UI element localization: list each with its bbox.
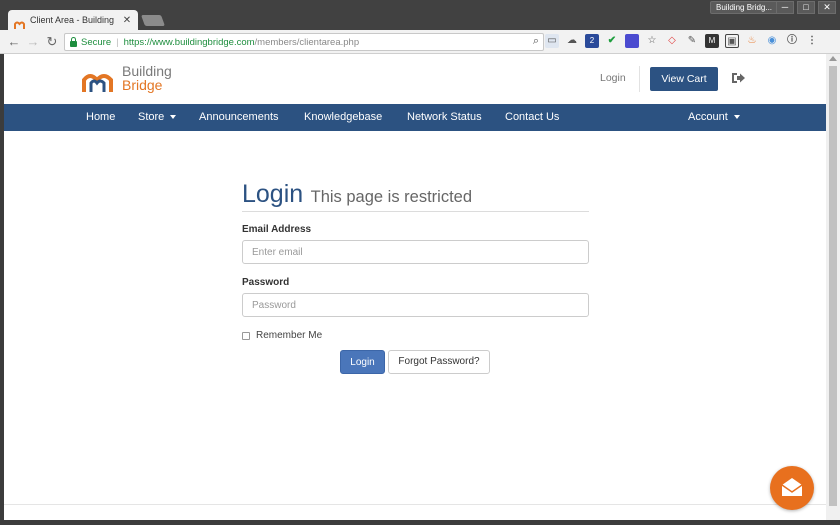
chevron-down-icon [170, 115, 177, 120]
omnibox-separator: | [116, 36, 119, 48]
extension-diamond-icon[interactable]: ◇ [665, 34, 679, 48]
header-divider [639, 66, 640, 92]
logout-icon[interactable] [730, 70, 746, 86]
url-host: https://www.buildingbridge.com [123, 36, 255, 48]
title-divider [242, 211, 589, 212]
building-bridge-favicon-icon [14, 16, 25, 29]
zoom-search-icon[interactable]: ⌕ [533, 35, 539, 48]
building-bridge-logo[interactable]: Building Bridge [80, 64, 180, 94]
footer-divider [4, 504, 826, 505]
window-profile-label: Building Bridg... [710, 1, 779, 14]
chevron-down-icon [733, 115, 740, 120]
logo-text: Building Bridge [122, 64, 172, 92]
nav-network-status[interactable]: Network Status [407, 104, 482, 131]
remember-me: Remember Me [242, 330, 322, 341]
browser-menu-icon[interactable]: ⋮ [805, 34, 819, 48]
page-scrollbar[interactable] [826, 54, 840, 520]
nav-announcements[interactable]: Announcements [199, 104, 279, 131]
extension-shield-icon[interactable]: ▣ [725, 34, 739, 48]
window-close-button[interactable]: ✕ [818, 1, 836, 14]
window-frame-bottom [0, 520, 840, 525]
login-heading: Login [242, 180, 304, 208]
page-title: Login This page is restricted [242, 180, 472, 209]
tab-close-icon[interactable]: ✕ [122, 15, 132, 26]
browser-titlebar: Client Area - Building Bridge ✕ Building… [0, 0, 840, 30]
tab-title: Client Area - Building Bridge [30, 15, 117, 25]
forward-arrow-icon[interactable]: → [25, 34, 41, 50]
password-field[interactable] [242, 293, 589, 317]
page-viewport: Building Bridge Login View Cart Home Sto… [4, 54, 826, 520]
nav-contact-us[interactable]: Contact Us [505, 104, 559, 131]
extension-fire-icon[interactable]: ♨ [745, 34, 759, 48]
forgot-password-button[interactable]: Forgot Password? [388, 350, 490, 374]
login-submit-button[interactable]: Login [340, 350, 385, 374]
browser-toolbar: ← → ↻ Secure | https://www.buildingbridg… [0, 30, 840, 54]
extension-circle-icon[interactable]: ◉ [765, 34, 779, 48]
url-path: /members/clientarea.php [254, 36, 360, 48]
header-login-link[interactable]: Login [600, 72, 626, 84]
main-navigation: Home Store Announcements Knowledgebase N… [4, 104, 826, 131]
nav-announcements-label: Announcements [199, 111, 279, 123]
extension-window-icon[interactable]: ▭ [545, 34, 559, 48]
email-label: Email Address [242, 224, 312, 235]
maximize-button[interactable]: □ [797, 1, 815, 14]
lock-icon [70, 36, 77, 47]
extension-info-icon[interactable]: ⓘ [785, 34, 799, 48]
envelope-icon [781, 478, 803, 496]
chat-widget-button[interactable] [770, 466, 814, 510]
nav-knowledgebase[interactable]: Knowledgebase [304, 104, 382, 131]
minimize-button[interactable]: ─ [776, 1, 794, 14]
nav-home-label: Home [86, 111, 116, 123]
password-label: Password [242, 277, 290, 288]
extension-dropper-icon[interactable]: ✎ [685, 34, 699, 48]
nav-account[interactable]: Account [688, 104, 740, 131]
extension-m-icon[interactable]: M [705, 34, 719, 48]
extension-square-icon[interactable] [625, 34, 639, 48]
remember-me-label: Remember Me [256, 330, 323, 341]
extension-badge-icon[interactable]: 2 [585, 34, 599, 48]
address-bar[interactable]: Secure | https://www.buildingbridge.com … [64, 33, 544, 51]
view-cart-button[interactable]: View Cart [650, 67, 718, 91]
logo-text-line2: Bridge [122, 77, 163, 93]
nav-store-label: Store [138, 111, 165, 123]
new-tab-button[interactable] [140, 15, 166, 26]
login-subheading: This page is restricted [310, 188, 473, 206]
extension-toolbar: ▭ ☁ 2 ✔ ☆ ◇ ✎ M ▣ ♨ ◉ ⓘ ⋮ [545, 34, 819, 48]
scroll-up-arrow-icon[interactable] [829, 56, 837, 61]
email-field[interactable] [242, 240, 589, 264]
browser-tab[interactable]: Client Area - Building Bridge ✕ [8, 10, 138, 30]
extension-cloud-icon[interactable]: ☁ [565, 34, 579, 48]
logo-bridge-icon [82, 74, 113, 92]
remember-me-checkbox[interactable] [242, 331, 250, 340]
nav-home[interactable]: Home [86, 104, 115, 131]
reload-icon[interactable]: ↻ [44, 34, 60, 50]
extension-check-icon[interactable]: ✔ [605, 34, 619, 48]
nav-network-status-label: Network Status [407, 111, 482, 123]
nav-contact-us-label: Contact Us [505, 111, 560, 123]
scrollbar-thumb[interactable] [829, 66, 837, 506]
nav-store[interactable]: Store [138, 104, 177, 131]
secure-label: Secure [81, 36, 112, 48]
nav-knowledgebase-label: Knowledgebase [304, 111, 383, 123]
bookmark-star-icon[interactable]: ☆ [645, 34, 659, 48]
nav-account-label: Account [688, 111, 728, 123]
back-arrow-icon[interactable]: ← [6, 34, 22, 50]
logo-text-line1: Building [122, 63, 172, 79]
